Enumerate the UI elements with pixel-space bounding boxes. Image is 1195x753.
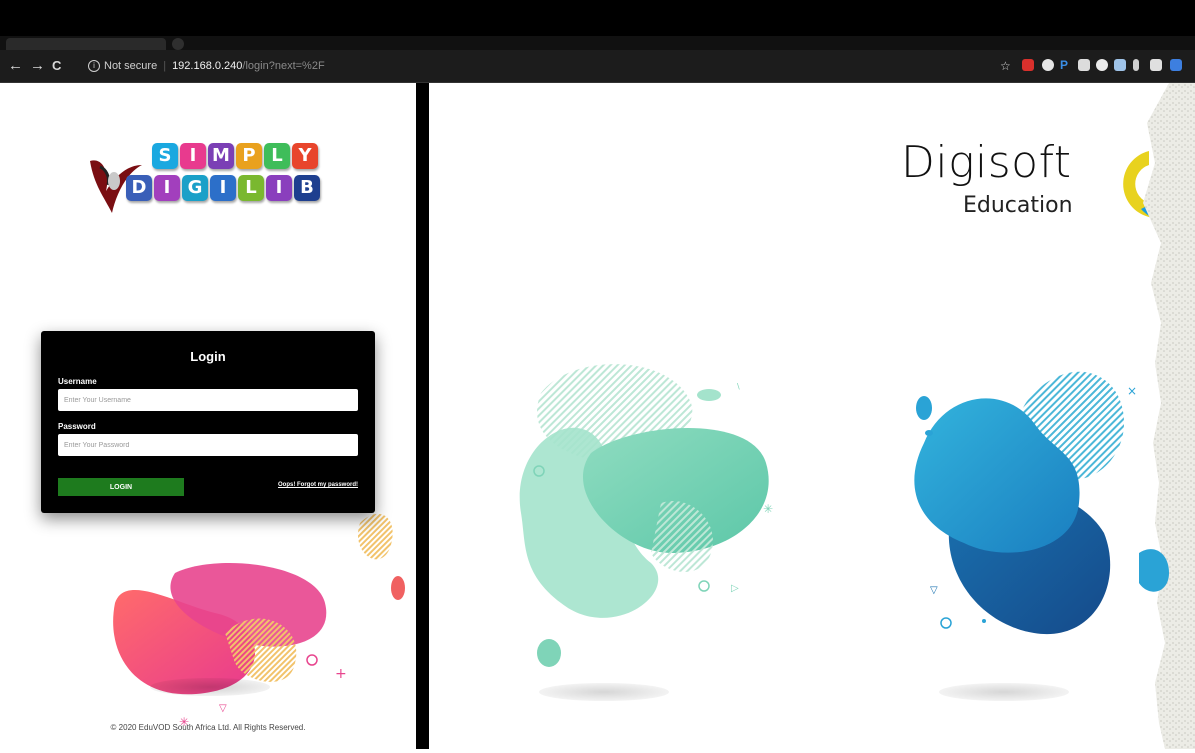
svg-text:✳: ✳ (763, 502, 773, 516)
extension-icon[interactable] (1096, 59, 1108, 71)
info-icon[interactable]: i (88, 60, 100, 73)
brand-panel: Digisoft Education ▷ ✳ \ ▽ × (429, 83, 1195, 749)
logo-letter: I (154, 175, 180, 201)
browser-tab[interactable] (6, 38, 166, 50)
reload-icon[interactable]: C (52, 50, 61, 82)
logo-letter: L (238, 175, 264, 201)
svg-text:▽: ▽ (219, 703, 227, 714)
forgot-password-link[interactable]: Oops! Forgot my password! (278, 482, 358, 488)
back-icon[interactable]: ← (8, 50, 23, 82)
extension-icon[interactable] (1150, 59, 1162, 71)
logo-letter: S (152, 143, 178, 169)
svg-text:×: × (1127, 384, 1137, 398)
url-separator: | (163, 60, 167, 72)
shadow (150, 678, 270, 696)
shadow (539, 683, 669, 701)
shadow (939, 683, 1069, 701)
panel-divider (416, 83, 429, 749)
brand-name: Digisoft (901, 137, 1072, 188)
extension-icon[interactable] (1133, 59, 1139, 71)
password-input[interactable] (58, 434, 358, 456)
logo-letter: B (294, 175, 320, 201)
logo-letter: I (210, 175, 236, 201)
simply-digilib-logo: S I M P L Y D I G I L I B (86, 143, 336, 223)
new-tab-button[interactable] (172, 38, 184, 50)
logo-letter: L (264, 143, 290, 169)
svg-text:▷: ▷ (731, 583, 739, 594)
forward-icon[interactable]: → (30, 50, 45, 82)
logo-letter: M (208, 143, 234, 169)
extension-icon[interactable] (1114, 59, 1126, 71)
url-host: 192.168.0.240 (172, 60, 243, 72)
brand-subtitle: Education (963, 193, 1073, 218)
login-title: Login (190, 349, 226, 364)
username-label: Username (58, 377, 97, 386)
logo-letter: G (182, 175, 208, 201)
svg-text:\: \ (737, 382, 740, 391)
mint-blob-illustration: ▷ ✳ \ (519, 364, 773, 667)
extension-icon[interactable] (1078, 59, 1090, 71)
pdf-extension-icon[interactable] (1022, 59, 1034, 71)
logo-letter: I (266, 175, 292, 201)
username-input[interactable] (58, 389, 358, 411)
address-bar: ← → C i Not secure | 192.168.0.240/login?ne… (0, 50, 1195, 83)
login-panel: + ▽ ✳ S I M P L Y D I G I L I B Login Us… (0, 83, 416, 749)
profile-icon[interactable] (1170, 59, 1182, 71)
not-secure-label: Not secure (104, 60, 158, 72)
logo-letter: D (126, 175, 152, 201)
login-button[interactable]: LOGIN (58, 478, 184, 496)
star-icon[interactable]: ☆ (1000, 50, 1011, 82)
password-label: Password (58, 422, 96, 431)
logo-letter: I (180, 143, 206, 169)
url-field[interactable]: i Not secure | 192.168.0.240/login?next=%2F (88, 56, 325, 76)
logo-letter: Y (292, 143, 318, 169)
login-form: Login Username Password LOGIN Oops! Forg… (41, 331, 375, 513)
copyright-footer: © 2020 EduVOD South Africa Ltd. All Righ… (110, 723, 306, 732)
extension-icon[interactable] (1042, 59, 1054, 71)
blue-blob-illustration: ▽ × (914, 371, 1169, 635)
decorative-blob-illustration: + ▽ ✳ (113, 513, 405, 729)
svg-text:▽: ▽ (930, 585, 938, 596)
logo-letter: P (236, 143, 262, 169)
p-extension-icon[interactable]: P (1060, 59, 1072, 71)
svg-text:+: + (335, 666, 347, 682)
url-path: /login?next=%2F (242, 60, 325, 72)
